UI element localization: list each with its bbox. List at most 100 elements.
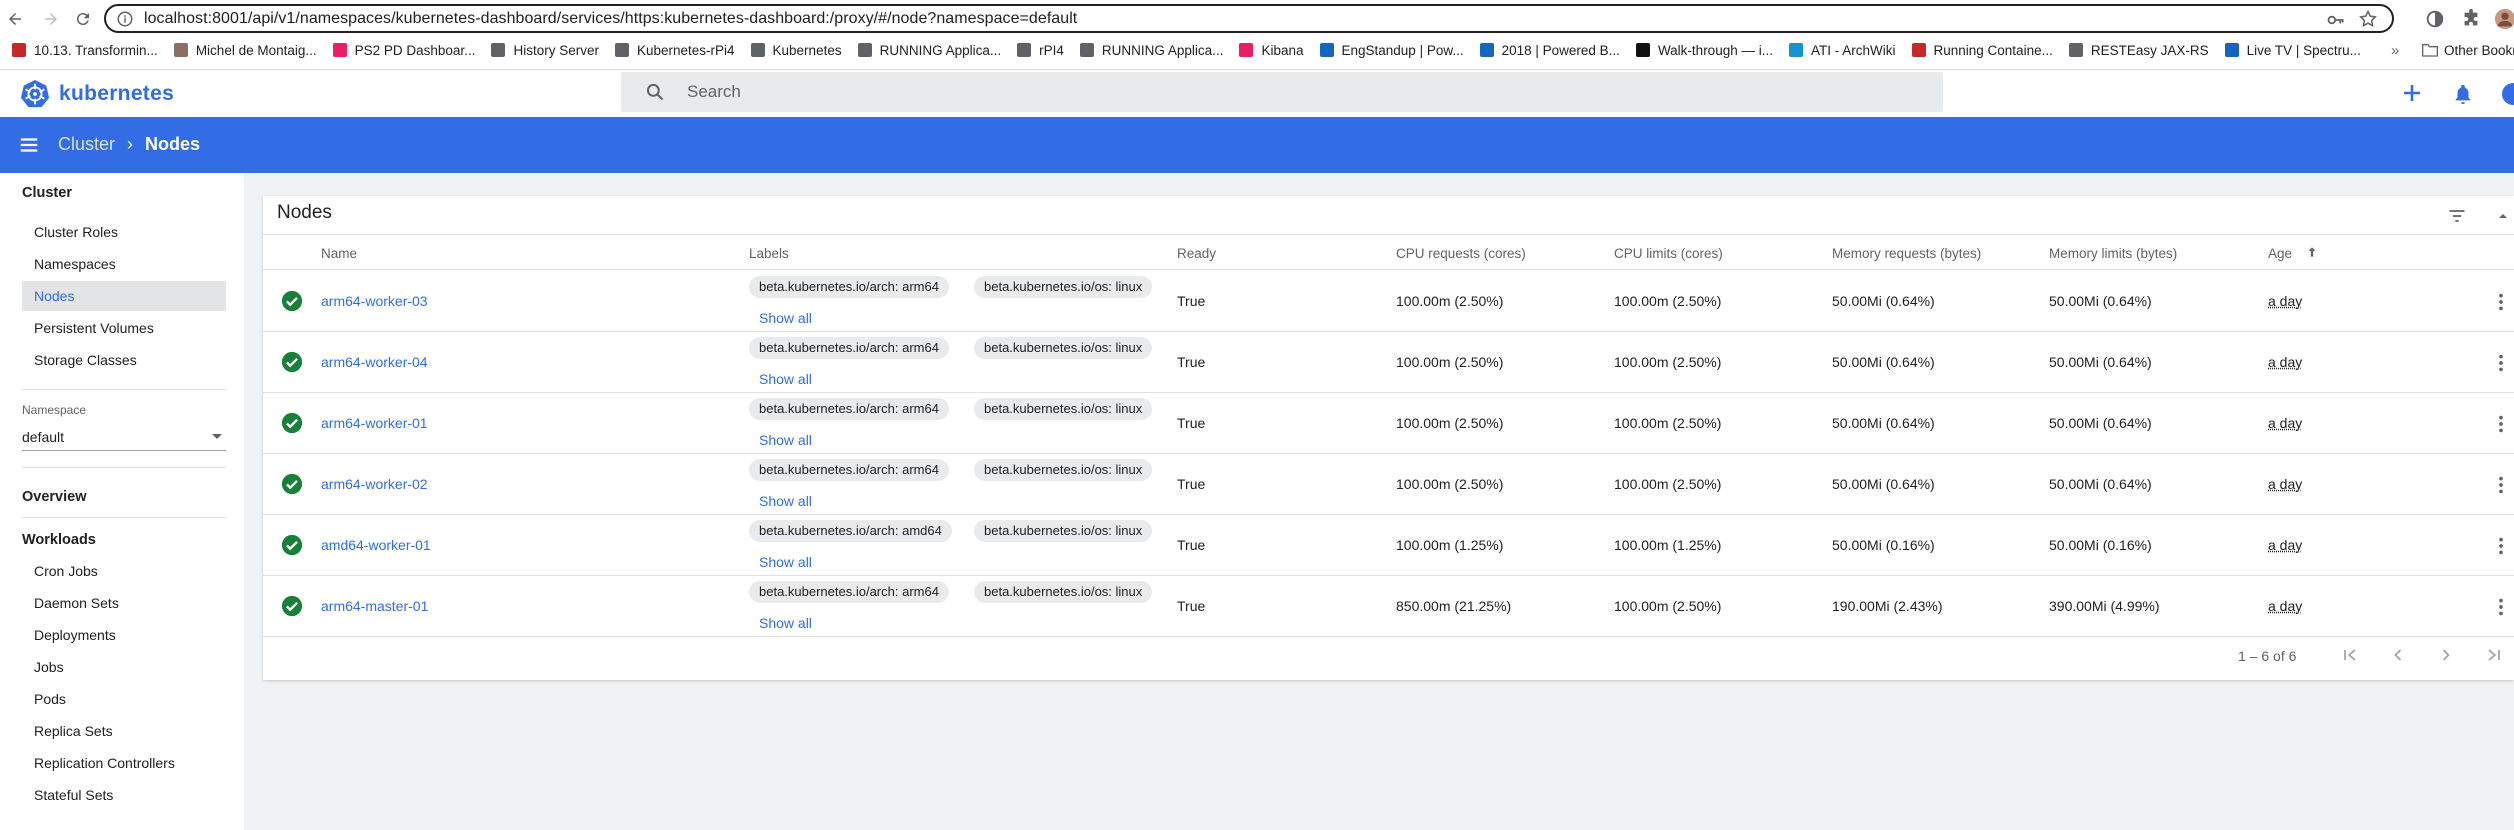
forward-arrow-icon[interactable]: [38, 6, 64, 32]
kubernetes-logo[interactable]: kubernetes: [20, 79, 174, 109]
bookmark-item[interactable]: History Server: [491, 43, 599, 58]
bookmark-item[interactable]: Kubernetes-rPi4: [614, 43, 735, 58]
next-page-icon[interactable]: [2436, 645, 2456, 665]
sidebar-item-replication-controllers[interactable]: Replication Controllers: [22, 748, 226, 778]
bookmark-item[interactable]: 10.13. Transformin...: [12, 43, 158, 58]
label-chip-os[interactable]: beta.kubernetes.io/os: linux: [974, 337, 1153, 359]
column-header-cpu-requests[interactable]: CPU requests (cores): [1396, 246, 1526, 261]
bookmark-item[interactable]: RESTEasy JAX-RS: [2068, 43, 2209, 58]
last-page-icon[interactable]: [2484, 645, 2504, 665]
more-vert-icon[interactable]: [2497, 291, 2505, 313]
bookmark-item[interactable]: Walk-through — i...: [1635, 43, 1773, 58]
extensions-puzzle-icon[interactable]: [2460, 8, 2482, 30]
key-icon[interactable]: [2326, 10, 2346, 30]
show-all-labels-link[interactable]: Show all: [759, 432, 812, 448]
sidebar-item-pods[interactable]: Pods: [22, 684, 226, 714]
sidebar-heading-workloads[interactable]: Workloads: [22, 532, 96, 548]
node-name-link[interactable]: arm64-worker-03: [321, 293, 428, 309]
column-header-age[interactable]: Age: [2268, 246, 2292, 261]
sidebar-item-nodes[interactable]: Nodes: [22, 281, 226, 311]
bookmark-item[interactable]: 2018 | Powered B...: [1479, 43, 1620, 58]
url-bar[interactable]: localhost:8001/api/v1/namespaces/kuberne…: [104, 4, 2394, 33]
hamburger-menu-icon[interactable]: [18, 134, 40, 156]
label-chip-arch[interactable]: beta.kubernetes.io/arch: arm64: [749, 398, 949, 420]
create-plus-icon[interactable]: [2400, 81, 2424, 105]
sidebar-item-replica-sets[interactable]: Replica Sets: [22, 716, 226, 746]
sort-ascending-arrow-icon[interactable]: [2305, 244, 2319, 260]
show-all-labels-link[interactable]: Show all: [759, 371, 812, 387]
sidebar-item-namespaces[interactable]: Namespaces: [22, 249, 226, 279]
node-name-link[interactable]: arm64-worker-04: [321, 354, 428, 370]
label-chip-arch[interactable]: beta.kubernetes.io/arch: arm64: [749, 337, 949, 359]
label-chip-arch[interactable]: beta.kubernetes.io/arch: arm64: [749, 276, 949, 298]
label-chip-arch[interactable]: beta.kubernetes.io/arch: amd64: [749, 520, 952, 542]
show-all-labels-link[interactable]: Show all: [759, 554, 812, 570]
sidebar-item-cluster-roles[interactable]: Cluster Roles: [22, 217, 226, 247]
table-row[interactable]: arm64-worker-03 beta.kubernetes.io/arch: …: [263, 271, 2514, 332]
collapse-arrow-icon[interactable]: [2495, 208, 2511, 224]
other-bookmarks-folder[interactable]: Other Bookm: [2422, 43, 2514, 58]
previous-page-icon[interactable]: [2388, 645, 2408, 665]
bookmark-item[interactable]: PS2 PD Dashboar...: [332, 43, 475, 58]
first-page-icon[interactable]: [2340, 645, 2360, 665]
bookmark-item[interactable]: Michel de Montaig...: [173, 43, 317, 58]
sidebar-item-deployments[interactable]: Deployments: [22, 620, 226, 650]
search-input[interactable]: [687, 82, 1887, 102]
node-name-link[interactable]: arm64-worker-01: [321, 415, 428, 431]
namespace-select[interactable]: default: [22, 423, 226, 451]
column-header-memory-requests[interactable]: Memory requests (bytes): [1832, 246, 1981, 261]
node-name-link[interactable]: amd64-worker-01: [321, 537, 431, 553]
table-row[interactable]: arm64-worker-04 beta.kubernetes.io/arch: …: [263, 332, 2514, 393]
bookmark-item[interactable]: Kubernetes: [750, 43, 842, 58]
column-header-cpu-limits[interactable]: CPU limits (cores): [1614, 246, 1723, 261]
bookmark-item[interactable]: Live TV | Spectru...: [2224, 43, 2361, 58]
more-vert-icon[interactable]: [2497, 474, 2505, 496]
more-vert-icon[interactable]: [2497, 596, 2505, 618]
bookmark-item[interactable]: Running Containe...: [1911, 43, 2053, 58]
more-vert-icon[interactable]: [2497, 535, 2505, 557]
profile-avatar-icon[interactable]: [2494, 8, 2514, 30]
table-row[interactable]: arm64-master-01 beta.kubernetes.io/arch: …: [263, 576, 2514, 637]
label-chip-arch[interactable]: beta.kubernetes.io/arch: arm64: [749, 459, 949, 481]
column-header-ready[interactable]: Ready: [1177, 246, 1216, 261]
filter-icon[interactable]: [2447, 206, 2467, 226]
label-chip-os[interactable]: beta.kubernetes.io/os: linux: [974, 520, 1153, 542]
table-row[interactable]: amd64-worker-01 beta.kubernetes.io/arch: …: [263, 515, 2514, 576]
bookmark-item[interactable]: RUNNING Applica...: [1079, 43, 1223, 58]
account-icon[interactable]: [2501, 82, 2514, 106]
show-all-labels-link[interactable]: Show all: [759, 310, 812, 326]
sidebar-item-overview[interactable]: Overview: [22, 489, 87, 505]
bookmark-item[interactable]: RUNNING Applica...: [857, 43, 1001, 58]
bookmark-item[interactable]: EngStandup | Pow...: [1319, 43, 1464, 58]
sidebar-item-stateful-sets[interactable]: Stateful Sets: [22, 780, 226, 810]
bookmark-star-icon[interactable]: [2358, 9, 2378, 29]
more-vert-icon[interactable]: [2497, 352, 2505, 374]
label-chip-arch[interactable]: beta.kubernetes.io/arch: arm64: [749, 581, 949, 603]
table-row[interactable]: arm64-worker-02 beta.kubernetes.io/arch: …: [263, 454, 2514, 515]
sidebar-item-persistent-volumes[interactable]: Persistent Volumes: [22, 313, 226, 343]
more-vert-icon[interactable]: [2497, 413, 2505, 435]
more-bookmarks-chevron[interactable]: »: [2391, 42, 2399, 59]
label-chip-os[interactable]: beta.kubernetes.io/os: linux: [974, 276, 1153, 298]
table-row[interactable]: arm64-worker-01 beta.kubernetes.io/arch: …: [263, 393, 2514, 454]
bookmark-item[interactable]: rPI4: [1017, 43, 1064, 58]
url-text[interactable]: localhost:8001/api/v1/namespaces/kuberne…: [144, 10, 1077, 28]
label-chip-os[interactable]: beta.kubernetes.io/os: linux: [974, 459, 1153, 481]
search-box[interactable]: [621, 72, 1943, 112]
node-name-link[interactable]: arm64-master-01: [321, 598, 428, 614]
back-arrow-icon[interactable]: [2, 6, 28, 32]
extension-circle-icon[interactable]: [2424, 8, 2446, 30]
node-name-link[interactable]: arm64-worker-02: [321, 476, 428, 492]
sidebar-heading-cluster[interactable]: Cluster: [22, 185, 72, 201]
label-chip-os[interactable]: beta.kubernetes.io/os: linux: [974, 398, 1153, 420]
sidebar-item-cron-jobs[interactable]: Cron Jobs: [22, 556, 226, 586]
sidebar-item-jobs[interactable]: Jobs: [22, 652, 226, 682]
show-all-labels-link[interactable]: Show all: [759, 493, 812, 509]
bookmark-item[interactable]: ATI - ArchWiki: [1788, 43, 1896, 58]
column-header-memory-limits[interactable]: Memory limits (bytes): [2049, 246, 2177, 261]
sidebar-item-daemon-sets[interactable]: Daemon Sets: [22, 588, 226, 618]
column-header-name[interactable]: Name: [321, 246, 357, 261]
bookmark-item[interactable]: Kibana: [1239, 43, 1304, 58]
info-icon[interactable]: [116, 10, 134, 28]
sidebar-item-storage-classes[interactable]: Storage Classes: [22, 345, 226, 375]
